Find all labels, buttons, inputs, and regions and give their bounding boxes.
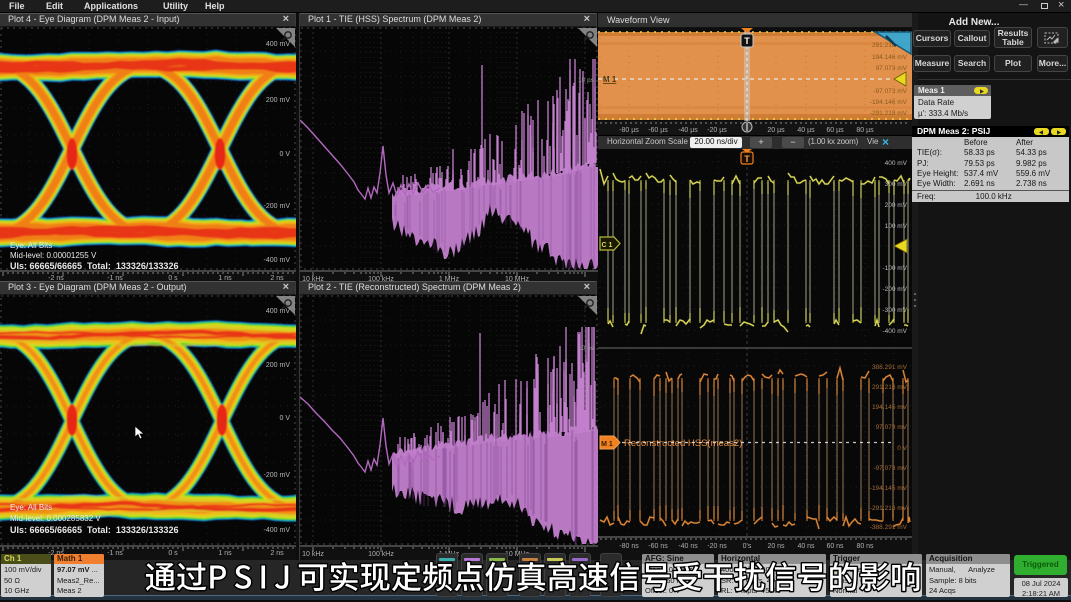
svg-text:Reconstructed HSS(meas2): Reconstructed HSS(meas2): [624, 438, 742, 449]
svg-text:200 mV: 200 mV: [266, 97, 290, 104]
svg-text:60 ns: 60 ns: [826, 543, 844, 550]
svg-text:194.145 mV: 194.145 mV: [872, 404, 908, 411]
svg-text:-80 µs: -80 µs: [619, 127, 639, 134]
svg-text:-20 ns: -20 ns: [707, 543, 727, 550]
svg-text:40 µs: 40 µs: [797, 127, 815, 134]
svg-text:97.073 mV: 97.073 mV: [876, 424, 908, 431]
svg-text:M 1: M 1: [601, 441, 613, 448]
svg-text:0 V: 0 V: [279, 415, 290, 422]
svg-text:-300 mV: -300 mV: [882, 307, 907, 314]
svg-text:Eye: All Bits: Eye: All Bits: [10, 241, 52, 250]
svg-text:-97.073 mV: -97.073 mV: [873, 465, 907, 472]
svg-text:Mid-level: 0.000285832 V: Mid-level: 0.000285832 V: [10, 514, 101, 523]
svg-text:UIs: 66665/66665 Total: 133: UIs: 66665/66665 Total: 133326/133326: [10, 261, 178, 271]
svg-text:T: T: [744, 36, 750, 46]
svg-text:10 ps: 10 ps: [578, 77, 595, 84]
svg-text:300 mV: 300 mV: [885, 181, 908, 188]
svg-text:-388.291 mV: -388.291 mV: [870, 524, 908, 531]
svg-text:-400 mV: -400 mV: [264, 257, 291, 264]
svg-text:-194.146 mV: -194.146 mV: [870, 99, 908, 106]
svg-text:-60 ns: -60 ns: [648, 543, 668, 550]
svg-text:T: T: [744, 154, 750, 164]
svg-text:60 µs: 60 µs: [826, 127, 844, 134]
svg-text:20 ns: 20 ns: [767, 543, 785, 550]
svg-text:10 ps: 10 ps: [578, 345, 595, 352]
svg-text:C 1: C 1: [602, 242, 613, 249]
svg-text:291.218 mV: 291.218 mV: [872, 384, 908, 391]
svg-text:194.146 mV: 194.146 mV: [872, 54, 908, 61]
svg-text:80 µs: 80 µs: [856, 127, 874, 134]
svg-text:97.073 mV: 97.073 mV: [876, 65, 908, 72]
svg-text:100 mV: 100 mV: [885, 223, 908, 230]
svg-text:40 ns: 40 ns: [797, 543, 815, 550]
svg-text:400 mV: 400 mV: [266, 41, 290, 48]
svg-text:Mid-level: 0.00001255 V: Mid-level: 0.00001255 V: [10, 251, 97, 260]
svg-text:0 V: 0 V: [279, 151, 290, 158]
svg-text:-194.145 mV: -194.145 mV: [870, 485, 908, 492]
svg-text:388.291 mV: 388.291 mV: [872, 364, 908, 371]
svg-text:-40 ns: -40 ns: [678, 543, 698, 550]
svg-text:-291.218 mV: -291.218 mV: [870, 110, 908, 117]
svg-text:-200 mV: -200 mV: [264, 472, 291, 479]
svg-text:80 ns: 80 ns: [856, 543, 874, 550]
svg-text:UIs: 66665/66665 Total: 133: UIs: 66665/66665 Total: 133326/133326: [10, 525, 178, 535]
svg-text:-400 mV: -400 mV: [882, 328, 907, 335]
svg-text:-200 mV: -200 mV: [264, 203, 291, 210]
svg-text:-291.218 mV: -291.218 mV: [870, 505, 908, 512]
svg-text:M 1: M 1: [603, 75, 617, 84]
svg-text:200 mV: 200 mV: [266, 362, 290, 369]
svg-text:-60 µs: -60 µs: [648, 127, 668, 134]
svg-text:-97.073 mV: -97.073 mV: [873, 88, 907, 95]
svg-text:-80 ns: -80 ns: [619, 543, 639, 550]
svg-text:-20 µs: -20 µs: [707, 127, 727, 134]
svg-text:Eye: All Bits: Eye: All Bits: [10, 503, 52, 512]
svg-text:0 V: 0 V: [897, 445, 907, 452]
svg-text:-200 mV: -200 mV: [882, 286, 907, 293]
svg-text:-100 mV: -100 mV: [882, 265, 907, 272]
svg-text:0's: 0's: [743, 543, 752, 550]
svg-text:200 mV: 200 mV: [885, 202, 908, 209]
svg-text:-40 µs: -40 µs: [678, 127, 698, 134]
svg-text:400 mV: 400 mV: [266, 308, 290, 315]
svg-text:400 mV: 400 mV: [885, 160, 908, 167]
svg-text:-400 mV: -400 mV: [264, 527, 291, 534]
svg-text:20 µs: 20 µs: [767, 127, 785, 134]
